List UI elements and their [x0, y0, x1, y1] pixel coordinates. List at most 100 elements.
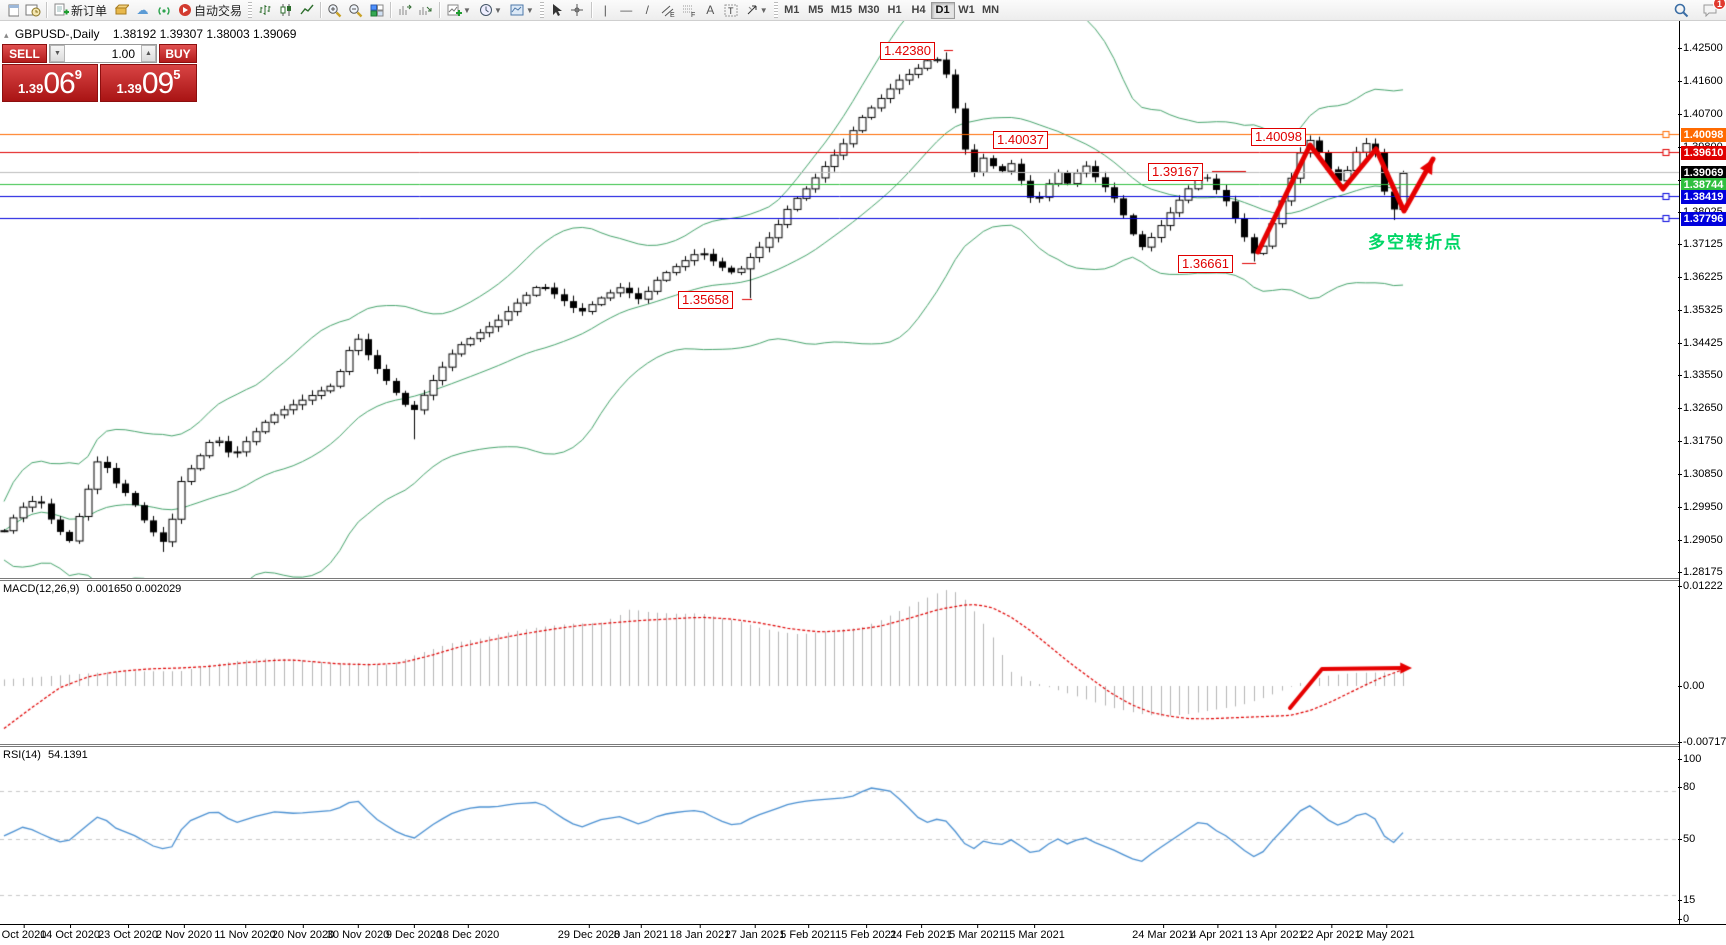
community-icon[interactable]: ☁: [132, 1, 153, 19]
market-depth-icon[interactable]: [111, 1, 132, 19]
svg-text:T: T: [728, 6, 734, 16]
candlestick-chart-icon[interactable]: [275, 1, 296, 19]
turning-point-note[interactable]: 多空转折点: [1368, 228, 1463, 253]
buy-price-main: 09: [142, 69, 173, 99]
periods-button[interactable]: ▼: [475, 1, 506, 19]
time-axis[interactable]: Oct 202014 Oct 202023 Oct 20202 Nov 2020…: [0, 924, 1726, 945]
date-label: 11 Nov 2020: [214, 929, 276, 941]
price-tick: 1.35325: [1683, 304, 1723, 316]
price-tick: 1.32650: [1683, 402, 1723, 414]
new-order-button[interactable]: 新订单: [50, 1, 111, 19]
trendline-tool-icon[interactable]: /: [637, 1, 658, 19]
toolbar-grip: [248, 2, 252, 18]
price-annotation[interactable]: 1.39167: [1148, 163, 1203, 181]
date-label: 20 Nov 2020: [272, 929, 334, 941]
horizontal-line-tool-icon[interactable]: —: [616, 1, 637, 19]
date-label: 5 Mar 2021: [949, 929, 1005, 941]
auto-scroll-icon[interactable]: [415, 1, 436, 19]
templates-button[interactable]: ▼: [506, 1, 538, 19]
date-label: 2 Nov 2020: [156, 929, 212, 941]
ohlc-values: 1.38192 1.39307 1.38003 1.39069: [113, 27, 297, 41]
crosshair-icon[interactable]: [567, 1, 588, 19]
price-annotation[interactable]: 1.35658: [678, 291, 733, 309]
notification-count-badge: 1: [1713, 0, 1726, 10]
timeframe-button-m5[interactable]: M5: [804, 2, 828, 19]
date-label: 27 Jan 2021: [725, 929, 786, 941]
rsi-tick: 15: [1683, 894, 1695, 906]
autotrade-label: 自动交易: [194, 2, 242, 19]
chart-history-icon[interactable]: [22, 1, 43, 19]
timeframe-button-m1[interactable]: M1: [780, 2, 804, 19]
rsi-panel-canvas[interactable]: [0, 747, 1679, 924]
rsi-value: 54.1391: [48, 749, 88, 761]
price-tick: 1.31750: [1683, 435, 1723, 447]
macd-tick: 0.01222: [1683, 580, 1723, 592]
chevron-down-icon: ▼: [494, 6, 502, 15]
timeframe-button-w1[interactable]: W1: [955, 2, 979, 19]
vertical-line-tool-icon[interactable]: |: [595, 1, 616, 19]
chevron-down-icon: ▼: [526, 6, 534, 15]
cursor-icon[interactable]: [546, 1, 567, 19]
fibonacci-tool-icon[interactable]: F: [679, 1, 700, 19]
collapse-arrow-icon[interactable]: ▴: [4, 30, 9, 40]
zoom-out-icon[interactable]: [345, 1, 366, 19]
rsi-name: RSI(14): [3, 749, 41, 761]
date-label: 24 Mar 2021: [1132, 929, 1194, 941]
date-label: 24 Feb 2021: [890, 929, 952, 941]
add-indicator-button[interactable]: ▼: [443, 1, 475, 19]
price-tick: 1.36225: [1683, 271, 1723, 283]
sell-price-display[interactable]: 1.39 06 9: [2, 64, 98, 102]
price-level-badge: 1.40098: [1681, 128, 1726, 142]
volume-decrease-button[interactable]: ▼: [50, 45, 65, 62]
timeframe-button-d1[interactable]: D1: [931, 2, 955, 19]
price-annotation[interactable]: 1.40098: [1251, 128, 1306, 146]
signal-icon[interactable]: [153, 1, 174, 19]
macd-indicator-label: MACD(12,26,9) 0.001650 0.002029: [3, 583, 181, 595]
macd-panel-canvas[interactable]: [0, 581, 1679, 744]
tile-windows-icon[interactable]: [366, 1, 387, 19]
chart-window-icon[interactable]: [1, 1, 22, 19]
bar-chart-icon[interactable]: [254, 1, 275, 19]
price-axis[interactable]: 1.425001.416001.407001.398001.389001.380…: [1679, 21, 1726, 924]
timeframe-button-h4[interactable]: H4: [907, 2, 931, 19]
timeframe-button-m15[interactable]: M15: [828, 2, 855, 19]
zoom-in-icon[interactable]: [324, 1, 345, 19]
price-tick: 1.29950: [1683, 501, 1723, 513]
symbol-period-label: GBPUSD-,Daily: [15, 27, 100, 41]
price-chart-canvas[interactable]: [0, 21, 1679, 578]
autotrade-button[interactable]: 自动交易: [174, 1, 246, 19]
search-icon[interactable]: [1670, 1, 1691, 19]
date-label: 4 Apr 2021: [1190, 929, 1243, 941]
sell-price-main: 06: [43, 69, 74, 99]
arrows-tool-button[interactable]: ▼: [742, 1, 772, 19]
line-chart-icon[interactable]: [296, 1, 317, 19]
date-label: 15 Mar 2021: [1003, 929, 1065, 941]
chart-shift-icon[interactable]: [394, 1, 415, 19]
price-tick: 1.42500: [1683, 42, 1723, 54]
chart-title: ▴ GBPUSD-,Daily 1.38192 1.39307 1.38003 …: [4, 27, 296, 41]
notifications-button[interactable]: 1: [1699, 1, 1720, 19]
volume-increase-button[interactable]: ▲: [141, 45, 156, 62]
new-order-label: 新订单: [71, 2, 107, 19]
text-tool-icon[interactable]: A: [700, 1, 721, 19]
date-label: 2 May 2021: [1357, 929, 1414, 941]
price-annotation[interactable]: 1.36661: [1178, 255, 1233, 273]
buy-price-display[interactable]: 1.39 09 5: [100, 64, 197, 102]
sell-button[interactable]: SELL: [2, 44, 47, 63]
price-tick: 1.29050: [1683, 534, 1723, 546]
svg-text:E: E: [670, 12, 675, 17]
macd-tick: 0.00: [1683, 680, 1704, 692]
date-label: 29 Dec 2020: [558, 929, 620, 941]
buy-price-base: 1.39: [117, 79, 142, 99]
date-label: 22 Apr 2021: [1301, 929, 1360, 941]
toolbar-grip: [774, 2, 778, 18]
text-label-tool-icon[interactable]: T: [721, 1, 742, 19]
timeframe-button-h1[interactable]: H1: [883, 2, 907, 19]
timeframe-button-m30[interactable]: M30: [855, 2, 882, 19]
date-label: 5 Feb 2021: [780, 929, 836, 941]
timeframe-button-mn[interactable]: MN: [979, 2, 1003, 19]
price-tick: 1.30850: [1683, 468, 1723, 480]
price-annotation[interactable]: 1.40037: [993, 131, 1048, 149]
channel-tool-icon[interactable]: E: [658, 1, 679, 19]
price-annotation[interactable]: 1.42380: [880, 42, 935, 60]
